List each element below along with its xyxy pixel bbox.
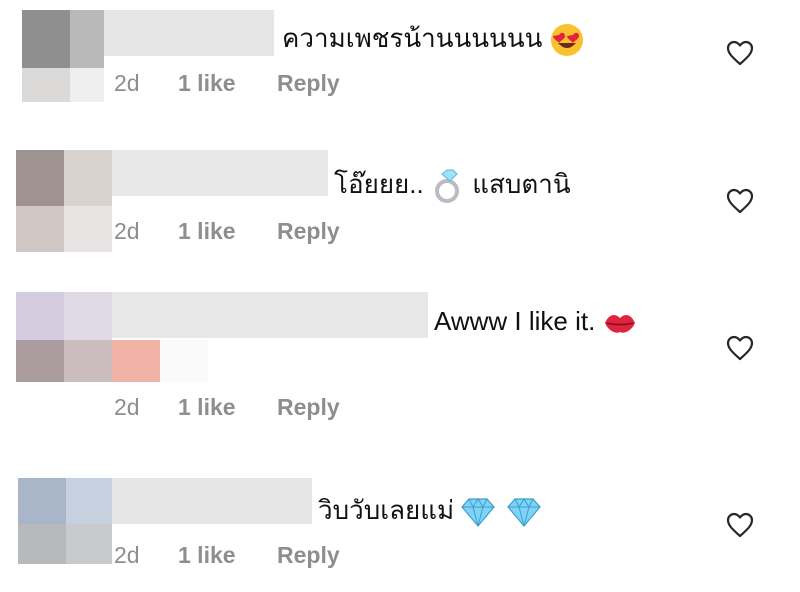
ring-emoji-icon bbox=[434, 169, 459, 204]
reply-button[interactable]: Reply bbox=[277, 394, 340, 421]
username[interactable] bbox=[112, 478, 312, 524]
reply-button[interactable]: Reply bbox=[277, 542, 340, 569]
comment-text: Awww I like it. bbox=[434, 306, 637, 337]
timestamp: 2d bbox=[114, 70, 140, 96]
reply-button[interactable]: Reply bbox=[277, 218, 340, 245]
timestamp: 2d bbox=[114, 394, 140, 420]
heart-outline-icon[interactable] bbox=[726, 335, 754, 361]
username[interactable] bbox=[104, 10, 274, 56]
comment-meta: 2d 1 like Reply bbox=[0, 394, 400, 422]
timestamp: 2d bbox=[114, 218, 140, 244]
likes-count[interactable]: 1 like bbox=[178, 218, 236, 245]
timestamp: 2d bbox=[114, 542, 140, 568]
heart-outline-icon[interactable] bbox=[726, 512, 754, 538]
comment-meta: 2d 1 like Reply bbox=[0, 70, 400, 98]
likes-count[interactable]: 1 like bbox=[178, 70, 236, 97]
username[interactable] bbox=[112, 292, 428, 338]
reply-button[interactable]: Reply bbox=[277, 70, 340, 97]
comment-text: ความเพชรน้านนนนนน bbox=[282, 18, 584, 59]
comment-meta: 2d 1 like Reply bbox=[0, 218, 400, 246]
heart-outline-icon[interactable] bbox=[726, 188, 754, 214]
comment-text: วิบวับเลยแม่ bbox=[318, 490, 541, 531]
gem-emoji-icon bbox=[461, 498, 496, 528]
comment-meta: 2d 1 like Reply bbox=[0, 542, 400, 570]
heart-outline-icon[interactable] bbox=[726, 40, 754, 66]
likes-count[interactable]: 1 like bbox=[178, 542, 236, 569]
comment-text: โอ๊ยยย.. แสบตานิ bbox=[334, 164, 571, 205]
likes-count[interactable]: 1 like bbox=[178, 394, 236, 421]
username[interactable] bbox=[112, 150, 328, 196]
heart-eyes-emoji-icon bbox=[550, 24, 583, 57]
kiss-mark-emoji-icon bbox=[604, 315, 635, 333]
gem-emoji-icon bbox=[506, 498, 541, 528]
